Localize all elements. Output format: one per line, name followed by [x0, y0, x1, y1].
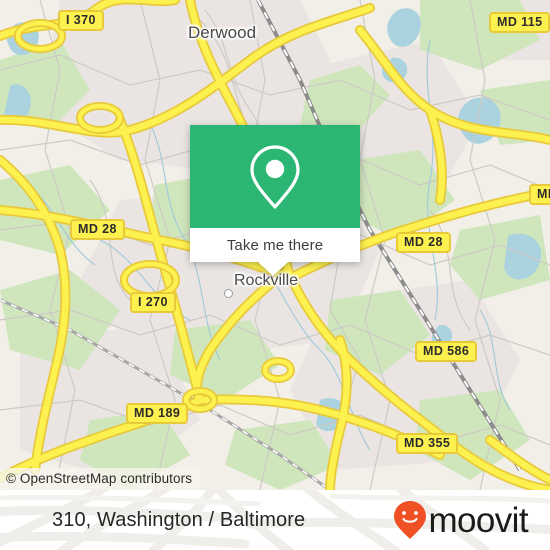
- moovit-logo[interactable]: moovit: [393, 500, 529, 540]
- rockville-city-dot: [224, 289, 233, 298]
- take-me-there-label: Take me there: [226, 236, 324, 254]
- moovit-wordmark: moovit: [428, 500, 529, 540]
- shield-md-28-east[interactable]: MD 28: [396, 232, 451, 253]
- footer-bar: 310, Washington / Baltimore moovit: [0, 490, 550, 550]
- osm-attribution[interactable]: © OpenStreetMap contributors: [0, 468, 201, 490]
- shield-i-370[interactable]: I 370: [58, 10, 104, 31]
- shield-md-right-partial[interactable]: MD: [529, 184, 550, 205]
- footer-content: 310, Washington / Baltimore moovit: [0, 490, 550, 550]
- shield-md-586[interactable]: MD 586: [415, 341, 478, 362]
- popup-pointer-tail: [258, 262, 288, 276]
- location-caption: 310, Washington / Baltimore: [52, 508, 306, 531]
- place-label-derwood: Derwood: [188, 23, 257, 42]
- shield-md-28-west[interactable]: MD 28: [70, 219, 125, 240]
- popup-icon-panel: [190, 125, 360, 228]
- shield-md-115[interactable]: MD 115: [489, 12, 550, 33]
- popup-action-bar[interactable]: Take me there: [190, 228, 360, 262]
- shield-md-189[interactable]: MD 189: [126, 403, 189, 424]
- map-pin-icon: [250, 144, 300, 209]
- screenshot-root: Derwood Rockville I 370 MD 115 MD 28 MD …: [0, 0, 550, 550]
- moovit-pin-icon: [393, 501, 426, 539]
- shield-md-355[interactable]: MD 355: [396, 433, 459, 454]
- shield-i-270[interactable]: I 270: [130, 292, 176, 313]
- destination-popup-card[interactable]: Take me there: [190, 125, 360, 276]
